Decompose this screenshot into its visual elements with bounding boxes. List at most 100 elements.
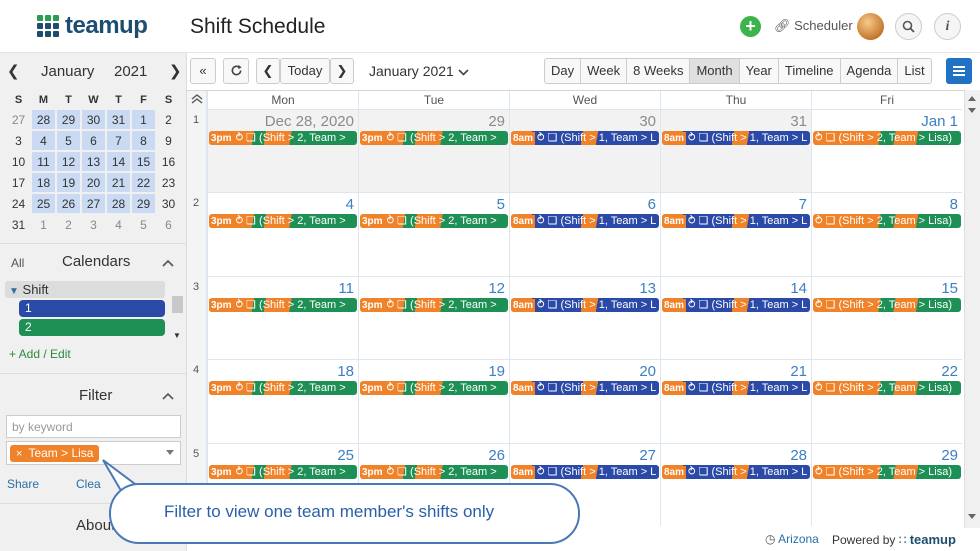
day-cell[interactable]: 8 ⥁ ❏ (Shift > 2, Team > Lisa) <box>811 192 962 276</box>
mini-calendar-day[interactable]: 14 <box>106 151 131 172</box>
shift-event[interactable]: 3pm ⥁ ❏ (Shift > 2, Team > <box>209 381 357 396</box>
day-number[interactable]: 25 <box>337 447 354 464</box>
mini-calendar-day[interactable]: 6 <box>81 130 106 151</box>
day-number[interactable]: 14 <box>790 280 807 297</box>
calendar-item-2[interactable]: 2 <box>19 319 165 336</box>
day-number[interactable]: 26 <box>488 447 505 464</box>
mini-calendar-day[interactable]: 25 <box>31 193 56 214</box>
shift-event[interactable]: 3pm ⥁ ❏ (Shift > 2, Team > <box>209 131 357 145</box>
shift-event[interactable]: 8am ⥁ ❏ (Shift > 1, Team > L <box>662 214 810 229</box>
day-cell[interactable]: 22 ⥁ ❏ (Shift > 2, Team > Lisa) <box>811 359 962 443</box>
mini-calendar-day[interactable]: 30 <box>81 109 106 130</box>
mini-calendar-day[interactable]: 19 <box>56 172 81 193</box>
mini-calendar-day[interactable]: 23 <box>156 172 181 193</box>
mini-prev-month-icon[interactable]: ❮ <box>7 62 20 80</box>
day-number[interactable]: 29 <box>941 447 958 464</box>
next-period-button[interactable]: ❯ <box>330 58 354 84</box>
mini-calendar-day[interactable]: 27 <box>81 193 106 214</box>
menu-button[interactable] <box>946 58 972 84</box>
week-number[interactable]: 5 <box>193 448 199 460</box>
mini-calendar-day[interactable]: 4 <box>106 214 131 235</box>
day-cell[interactable]: 29 ⥁ ❏ (Shift > 2, Team > Lisa) <box>811 442 962 526</box>
week-number[interactable]: 3 <box>193 281 199 293</box>
calendar-item-1[interactable]: 1 <box>19 300 165 317</box>
view-agenda[interactable]: Agenda <box>839 59 898 83</box>
shift-event[interactable]: 8am ⥁ ❏ (Shift > 1, Team > L <box>511 464 659 479</box>
mini-calendar-day[interactable]: 5 <box>131 214 156 235</box>
user-link[interactable]: 🔗︎ Scheduler <box>774 18 853 34</box>
mini-calendar-day[interactable]: 27 <box>6 109 31 130</box>
week-number[interactable]: 4 <box>193 364 199 376</box>
mini-calendar-day[interactable]: 28 <box>31 109 56 130</box>
view-week[interactable]: Week <box>580 59 626 83</box>
date-range-picker[interactable]: January 2021 <box>369 63 469 79</box>
day-cell[interactable]: 18 3pm ⥁ ❏ (Shift > 2, Team > <box>207 359 358 443</box>
view-day[interactable]: Day <box>545 59 580 83</box>
view-8-weeks[interactable]: 8 Weeks <box>626 59 689 83</box>
shift-event[interactable]: 8am ⥁ ❏ (Shift > 1, Team > L <box>511 131 659 145</box>
mini-calendar-day[interactable]: 5 <box>56 130 81 151</box>
mini-calendar-day[interactable]: 22 <box>131 172 156 193</box>
day-cell[interactable]: 6 8am ⥁ ❏ (Shift > 1, Team > L <box>509 192 660 276</box>
view-timeline[interactable]: Timeline <box>777 59 840 83</box>
mini-calendar-day[interactable]: 12 <box>56 151 81 172</box>
shift-event[interactable]: ⥁ ❏ (Shift > 2, Team > Lisa) <box>813 214 961 229</box>
day-number[interactable]: 27 <box>639 447 656 464</box>
info-button[interactable]: i <box>934 13 961 40</box>
shift-event[interactable]: 3pm ⥁ ❏ (Shift > 2, Team > <box>360 381 508 396</box>
shift-event[interactable]: 8am ⥁ ❏ (Shift > 1, Team > L <box>662 297 810 312</box>
shift-event[interactable]: ⥁ ❏ (Shift > 2, Team > Lisa) <box>813 131 961 145</box>
day-number[interactable]: 5 <box>497 196 505 213</box>
mini-calendar-day[interactable]: 16 <box>156 151 181 172</box>
mini-calendar-day[interactable]: 31 <box>106 109 131 130</box>
day-number[interactable]: Dec 28, 2020 <box>265 113 354 130</box>
mini-calendar-day[interactable]: 3 <box>6 130 31 151</box>
mini-calendar-day[interactable]: 8 <box>131 130 156 151</box>
day-cell[interactable]: 30 8am ⥁ ❏ (Shift > 1, Team > L <box>509 109 660 193</box>
mini-calendar-day[interactable]: 26 <box>56 193 81 214</box>
day-number[interactable]: 13 <box>639 280 656 297</box>
mini-calendar-day[interactable]: 30 <box>156 193 181 214</box>
day-number[interactable]: 8 <box>950 196 958 213</box>
scroll-bottom-icon[interactable] <box>968 514 976 519</box>
shift-event[interactable]: ⥁ ❏ (Shift > 2, Team > Lisa) <box>813 381 961 396</box>
mini-calendar-day[interactable]: 21 <box>106 172 131 193</box>
day-cell[interactable]: 29 3pm ⥁ ❏ (Shift > 2, Team > <box>358 109 509 193</box>
shift-event[interactable]: 3pm ⥁ ❏ (Shift > 2, Team > <box>209 297 357 312</box>
day-cell[interactable]: 31 8am ⥁ ❏ (Shift > 1, Team > L <box>660 109 811 193</box>
day-number[interactable]: 7 <box>799 196 807 213</box>
shift-event[interactable]: 8am ⥁ ❏ (Shift > 1, Team > L <box>662 381 810 396</box>
dropdown-caret-icon[interactable] <box>166 450 174 455</box>
day-cell[interactable]: 12 3pm ⥁ ❏ (Shift > 2, Team > <box>358 275 509 360</box>
collapse-sidebar-button[interactable]: « <box>190 58 216 84</box>
scroll-down-icon[interactable]: ▼ <box>173 331 181 340</box>
filter-collapse-chevron-up-icon[interactable] <box>162 392 174 400</box>
mini-calendar-day[interactable]: 10 <box>6 151 31 172</box>
mini-calendar-day[interactable]: 4 <box>31 130 56 151</box>
mini-calendar-day[interactable]: 24 <box>6 193 31 214</box>
day-cell[interactable]: 13 8am ⥁ ❏ (Shift > 1, Team > L <box>509 275 660 360</box>
day-number[interactable]: 21 <box>790 363 807 380</box>
collapse-up-icon[interactable] <box>191 94 203 104</box>
day-cell[interactable]: 4 3pm ⥁ ❏ (Shift > 2, Team > <box>207 192 358 276</box>
shift-event[interactable]: 3pm ⥁ ❏ (Shift > 2, Team > <box>360 131 508 145</box>
day-number[interactable]: 12 <box>488 280 505 297</box>
day-number[interactable]: 29 <box>488 113 505 130</box>
day-number[interactable]: 28 <box>790 447 807 464</box>
day-cell[interactable]: 7 8am ⥁ ❏ (Shift > 1, Team > L <box>660 192 811 276</box>
remove-tag-icon[interactable]: × <box>16 448 22 460</box>
view-month[interactable]: Month <box>689 59 739 83</box>
scroll-up-icon[interactable] <box>968 96 976 101</box>
day-cell[interactable]: 5 3pm ⥁ ❏ (Shift > 2, Team > <box>358 192 509 276</box>
view-list[interactable]: List <box>897 59 930 83</box>
mini-calendar-day[interactable]: 18 <box>31 172 56 193</box>
mini-calendar-day[interactable]: 7 <box>106 130 131 151</box>
day-number[interactable]: 22 <box>941 363 958 380</box>
mini-calendar-day[interactable]: 31 <box>6 214 31 235</box>
refresh-button[interactable] <box>223 58 249 84</box>
shift-event[interactable]: ⥁ ❏ (Shift > 2, Team > Lisa) <box>813 297 961 312</box>
day-cell[interactable]: 21 8am ⥁ ❏ (Shift > 1, Team > L <box>660 359 811 443</box>
mini-calendar-day[interactable]: 29 <box>131 193 156 214</box>
week-number[interactable]: 1 <box>193 114 199 126</box>
week-number[interactable]: 2 <box>193 197 199 209</box>
